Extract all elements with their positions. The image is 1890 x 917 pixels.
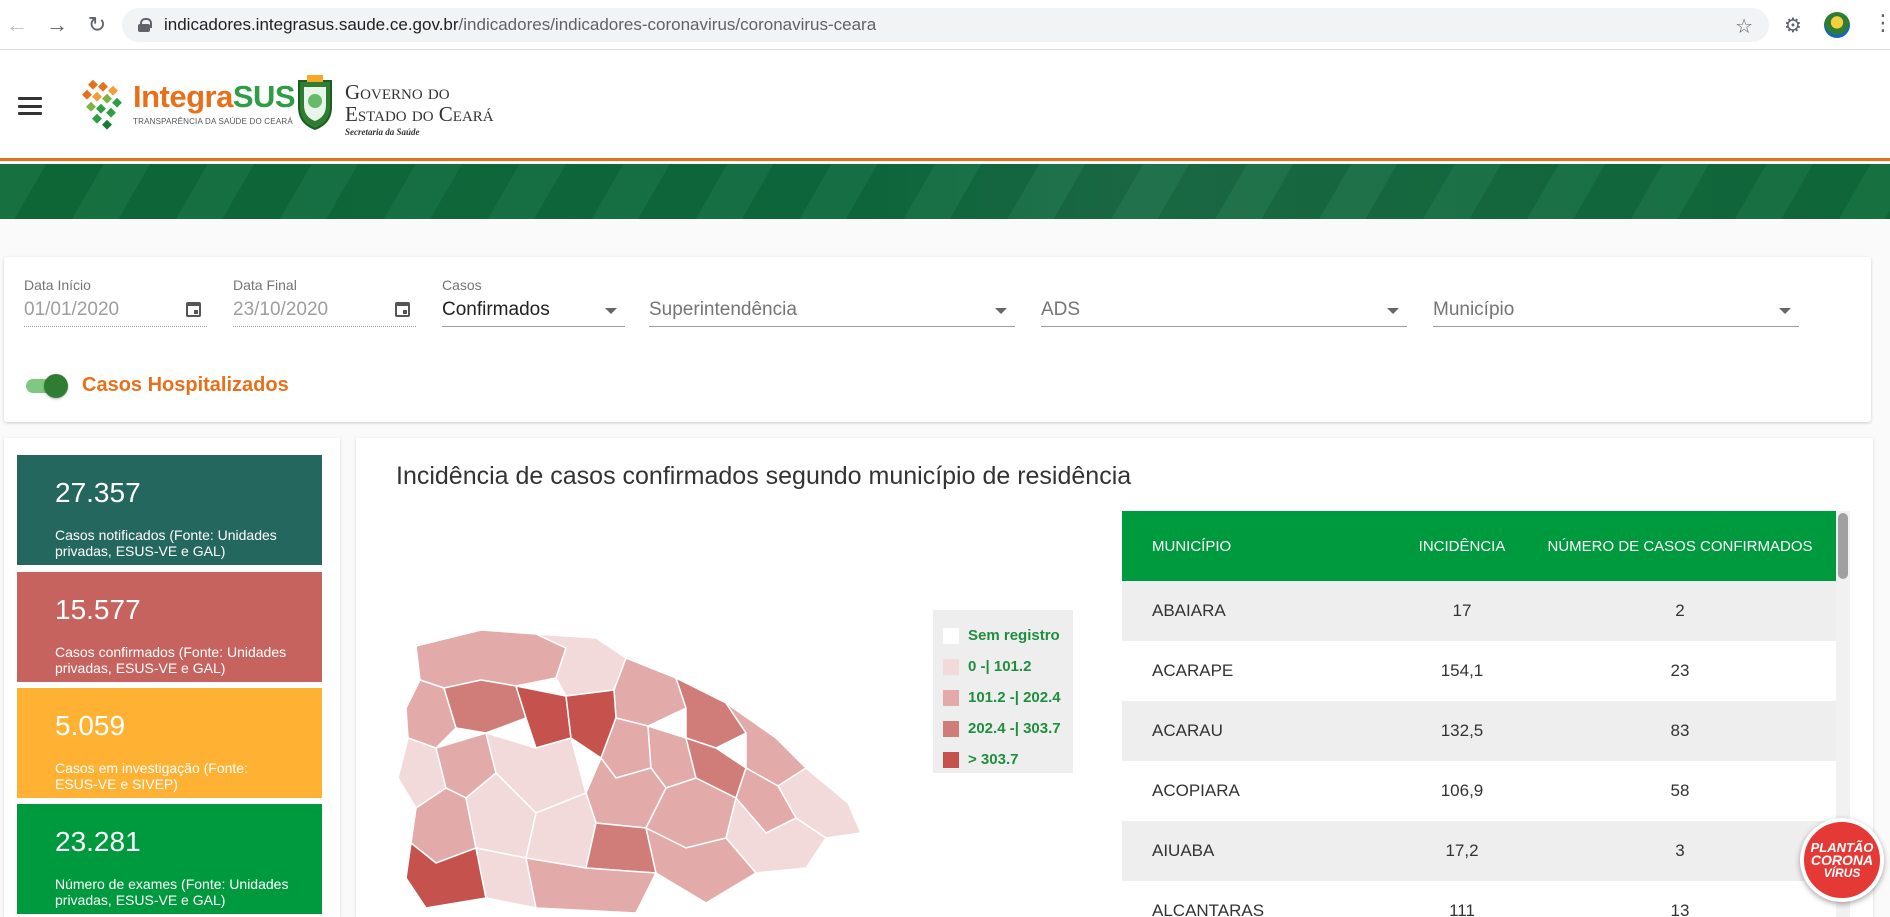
municipio-table: MUNICÍPIO INCIDÊNCIA NÚMERO DE CASOS CON… xyxy=(1122,511,1846,917)
stats-column: 27.357 Casos notificados (Fonte: Unidade… xyxy=(4,438,340,917)
casos-value[interactable]: Confirmados xyxy=(442,299,625,327)
casos-select[interactable]: Casos Confirmados xyxy=(442,277,625,327)
card-title: Incidência de casos confirmados segundo … xyxy=(396,462,1132,490)
end-date-label: Data Final xyxy=(233,277,297,293)
table-row[interactable]: ABAIARA 17 2 xyxy=(1122,581,1846,641)
hospitalized-toggle-row: Casos Hospitalizados xyxy=(24,372,289,398)
legend-swatch xyxy=(943,658,959,675)
legend-item: Sem registro xyxy=(943,620,1073,651)
calendar-icon[interactable] xyxy=(395,302,410,317)
dropdown-arrow-icon xyxy=(605,308,617,314)
browser-toolbar: ← → ↻ indicadores.integrasus.saude.ce.go… xyxy=(0,0,1890,50)
header-incidencia[interactable]: INCIDÊNCIA xyxy=(1394,538,1530,555)
ceara-choropleth-map[interactable] xyxy=(386,608,916,917)
incidence-card: Incidência de casos confirmados segundo … xyxy=(356,438,1873,917)
start-date-input[interactable]: 01/01/2020 xyxy=(24,299,207,327)
forward-icon[interactable]: → xyxy=(42,10,72,40)
reload-icon[interactable]: ↻ xyxy=(82,10,112,40)
stat-value: 27.357 xyxy=(55,477,141,508)
gov-line-3: Secretaria da Saúde xyxy=(345,127,420,137)
casos-label: Casos xyxy=(442,277,482,293)
fab-line-2: CORONA xyxy=(1810,851,1874,868)
stat-card-investigacao[interactable]: 5.059 Casos em investigação (Fonte: ESUS… xyxy=(17,688,322,798)
stat-card-confirmados[interactable]: 15.577 Casos confirmados (Fonte: Unidade… xyxy=(17,572,322,682)
stat-label: Casos em investigação (Fonte: ESUS-VE e … xyxy=(55,760,248,792)
government-logo: Governo do Estado do Ceará Secretaria da… xyxy=(345,81,494,137)
map-legend: Sem registro 0 -| 101.2 101.2 -| 202.4 2… xyxy=(933,610,1073,773)
legend-swatch xyxy=(943,689,959,706)
browser-menu-icon[interactable]: ⋮ xyxy=(1872,10,1890,36)
stat-label: Casos confirmados (Fonte: Unidades priva… xyxy=(55,644,287,676)
legend-swatch xyxy=(943,751,959,768)
table-row[interactable]: ACARAU 132,5 83 xyxy=(1122,701,1846,761)
stat-label: Casos notificados (Fonte: Unidades priva… xyxy=(55,527,277,559)
municipio-value[interactable]: Município xyxy=(1433,299,1799,327)
ads-select[interactable]: ADS xyxy=(1041,277,1407,327)
brand-prefix: Integra xyxy=(133,79,233,114)
header-casos[interactable]: NÚMERO DE CASOS CONFIRMADOS xyxy=(1530,538,1830,555)
table-body: ABAIARA 17 2 ACARAPE 154,1 23 ACARAU 132,5 83 … xyxy=(1122,581,1846,917)
fab-line-3: VÍRUS xyxy=(1823,865,1861,880)
map-region[interactable] xyxy=(443,679,527,734)
map-region[interactable] xyxy=(613,657,687,727)
table-row[interactable]: ACARAPE 154,1 23 xyxy=(1122,641,1846,701)
end-date-input[interactable]: 23/10/2020 xyxy=(233,299,416,327)
profile-avatar[interactable] xyxy=(1824,12,1850,38)
header-municipio[interactable]: MUNICÍPIO xyxy=(1122,538,1394,555)
end-date-field[interactable]: Data Final 23/10/2020 xyxy=(233,277,416,327)
stat-label: Número de exames (Fonte: Unidades privad… xyxy=(55,876,289,908)
bookmark-star-icon[interactable]: ☆ xyxy=(1735,14,1753,39)
superintendencia-select[interactable]: Superintendência xyxy=(649,277,1015,327)
ads-value[interactable]: ADS xyxy=(1041,299,1407,327)
calendar-icon[interactable] xyxy=(186,302,201,317)
stat-value: 5.059 xyxy=(55,710,126,741)
legend-item: 101.2 -| 202.4 xyxy=(943,682,1073,713)
address-bar[interactable]: indicadores.integrasus.saude.ce.gov.br/i… xyxy=(122,8,1769,42)
stat-card-notificados[interactable]: 27.357 Casos notificados (Fonte: Unidade… xyxy=(17,455,322,565)
brand-tagline: TRANSPARÊNCIA DA SAÚDE DO CEARÁ xyxy=(133,117,293,126)
hero-banner xyxy=(0,164,1890,219)
legend-item: 202.4 -| 303.7 xyxy=(943,713,1073,744)
table-row[interactable]: ALCANTARAS 111 13 xyxy=(1122,881,1846,917)
lock-icon xyxy=(138,18,152,32)
table-header: MUNICÍPIO INCIDÊNCIA NÚMERO DE CASOS CON… xyxy=(1122,511,1846,581)
dropdown-arrow-icon xyxy=(995,308,1007,314)
hospitalized-toggle[interactable] xyxy=(24,372,68,398)
gov-line-1: Governo do xyxy=(345,80,450,104)
hospitalized-toggle-label: Casos Hospitalizados xyxy=(82,373,289,396)
legend-swatch xyxy=(943,720,959,737)
stat-value: 23.281 xyxy=(55,826,141,857)
map-region[interactable] xyxy=(415,629,567,689)
hamburger-menu-icon[interactable] xyxy=(18,97,42,115)
gov-line-2: Estado do Ceará xyxy=(345,102,494,126)
brand-suffix: SUS xyxy=(232,79,296,114)
dropdown-arrow-icon xyxy=(1779,308,1791,314)
integrasus-logo[interactable]: IntegraSUS TRANSPARÊNCIA DA SAÚDE DO CEA… xyxy=(133,79,296,126)
back-icon[interactable]: ← xyxy=(2,10,32,40)
site-header: IntegraSUS TRANSPARÊNCIA DA SAÚDE DO CEA… xyxy=(0,51,1890,161)
url-host: indicadores.integrasus.saude.ce.gov.br xyxy=(164,15,459,34)
plantao-coronavirus-button[interactable]: PLANTÃO CORONA VÍRUS xyxy=(1800,818,1884,902)
legend-swatch xyxy=(943,627,959,644)
legend-item: 0 -| 101.2 xyxy=(943,651,1073,682)
table-row[interactable]: ACOPIARA 106,9 58 xyxy=(1122,761,1846,821)
start-date-field[interactable]: Data Início 01/01/2020 xyxy=(24,277,207,327)
extensions-icon[interactable]: ⚙ xyxy=(1784,13,1802,38)
stat-card-exames[interactable]: 23.281 Número de exames (Fonte: Unidades… xyxy=(17,804,322,914)
url-path: /indicadores/indicadores-coronavirus/cor… xyxy=(458,15,877,34)
table-row[interactable]: AIUABA 17,2 3 xyxy=(1122,821,1846,881)
superintendencia-value[interactable]: Superintendência xyxy=(649,299,1015,327)
dropdown-arrow-icon xyxy=(1387,308,1399,314)
scrollbar-thumb[interactable] xyxy=(1838,513,1848,579)
integrasus-logo-icon xyxy=(82,79,122,130)
legend-item: > 303.7 xyxy=(943,744,1073,775)
start-date-label: Data Início xyxy=(24,277,91,293)
filters-card: Data Início 01/01/2020 Data Final 23/10/… xyxy=(4,257,1871,422)
state-crest-icon xyxy=(298,75,332,131)
municipio-select[interactable]: Município xyxy=(1433,277,1799,327)
map-region[interactable] xyxy=(585,822,657,874)
stat-value: 15.577 xyxy=(55,594,141,625)
